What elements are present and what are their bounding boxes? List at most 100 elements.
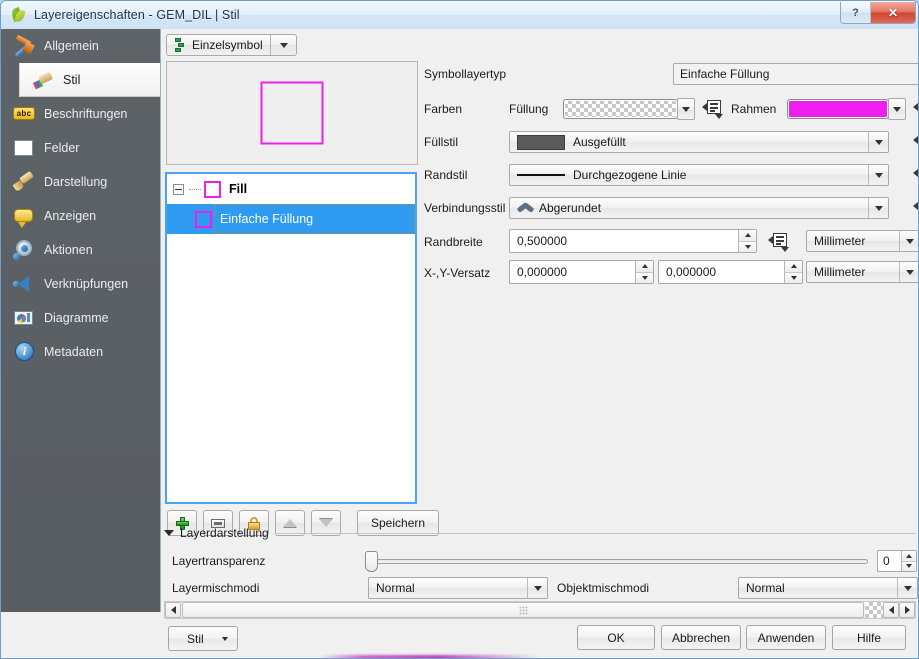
chevron-down-icon[interactable] (868, 132, 888, 152)
layer-transparency-input[interactable]: 0 (877, 550, 917, 572)
row-blend-modes: Layermischmodi Normal Objektmischmodi No… (172, 577, 918, 599)
grip-icon (518, 605, 528, 615)
tree-row[interactable]: Einfache Füllung (167, 204, 415, 234)
sidebar-item-verknuepfungen[interactable]: Verknüpfungen (1, 267, 160, 301)
offset-x-value: 0,000000 (517, 265, 568, 279)
offset-x-stepper[interactable] (635, 261, 653, 283)
pie-chart-icon (13, 307, 35, 329)
stepper-up-icon[interactable] (738, 230, 756, 242)
horizontal-scrollbar[interactable] (164, 601, 916, 619)
single-symbol-icon (173, 38, 187, 52)
symbol-layer-type-value[interactable]: Einfache Füllung (673, 63, 918, 85)
paint-brush-icon (12, 170, 35, 193)
chevron-down-icon[interactable] (897, 578, 917, 598)
chevron-down-icon[interactable] (527, 578, 547, 598)
layer-blend-label: Layermischmodi (172, 581, 260, 595)
symbol-swatch (195, 210, 212, 228)
style-menu-button[interactable]: Stil (168, 626, 238, 651)
sidebar-item-anzeigen[interactable]: Anzeigen (1, 199, 160, 233)
fill-style-label: Füllstil (424, 135, 459, 149)
sidebar-item-metadaten[interactable]: i Metadaten (1, 335, 160, 369)
stepper-up-icon[interactable] (784, 261, 802, 273)
sidebar-item-aktionen[interactable]: Aktionen (1, 233, 160, 267)
row-layer-transparency: Layertransparenz 0 (172, 550, 917, 572)
sidebar-item-label: Felder (44, 140, 80, 155)
ok-button[interactable]: OK (577, 625, 655, 650)
sidebar-item-darstellung[interactable]: Darstellung (1, 165, 160, 199)
data-defined-override-icon-fill[interactable] (702, 100, 724, 119)
stepper-up-icon[interactable] (635, 261, 653, 273)
chevron-down-icon[interactable] (164, 530, 174, 536)
symbol-layer-tree[interactable]: Fill Einfache Füllung (165, 172, 417, 504)
feature-blend-label: Objektmischmodi (557, 581, 650, 595)
chevron-down-icon[interactable] (222, 637, 228, 641)
data-defined-override-icon-border-style[interactable] (913, 166, 918, 185)
sidebar-item-felder[interactable]: Felder (1, 131, 160, 165)
data-defined-override-icon-border[interactable] (913, 100, 918, 119)
chevron-down-icon[interactable] (868, 165, 888, 185)
scroll-left-icon[interactable] (165, 602, 181, 618)
fill-pattern-swatch (517, 134, 565, 150)
stepper-down-icon[interactable] (901, 561, 916, 571)
chevron-down-icon[interactable] (270, 35, 296, 55)
feature-blend-combo[interactable]: Normal (738, 577, 918, 599)
border-width-input[interactable]: 0,500000 (509, 229, 757, 253)
help-text-button[interactable]: Hilfe (832, 625, 906, 650)
renderer-type-combo[interactable]: Einzelsymbol (166, 34, 297, 56)
scroll-right-icon[interactable] (899, 602, 915, 618)
chevron-down-icon[interactable] (899, 262, 918, 282)
scrollbar-thumb[interactable] (182, 602, 864, 618)
border-style-combo[interactable]: Durchgezogene Linie (509, 164, 889, 186)
fill-color-button[interactable] (563, 99, 678, 119)
layer-transparency-stepper[interactable] (901, 551, 916, 571)
layer-transparency-slider[interactable] (368, 559, 868, 564)
prop-row-join-style: Verbindungsstil Abgerundet (424, 197, 918, 219)
offset-y-stepper[interactable] (784, 261, 802, 283)
title-bar: Layereigenschaften - GEM_DIL | Stil ? ✕ (1, 1, 918, 29)
scroll-step-left-icon[interactable] (883, 602, 899, 618)
settings-sidebar: Allgemein Stil abc Beschriftungen Felder (1, 29, 161, 612)
border-width-stepper[interactable] (738, 230, 756, 252)
offset-x-input[interactable]: 0,000000 (509, 260, 654, 284)
chevron-down-icon[interactable] (868, 198, 888, 218)
close-button[interactable]: ✕ (870, 2, 915, 23)
offset-y-input[interactable]: 0,000000 (658, 260, 803, 284)
slider-handle[interactable] (365, 551, 378, 572)
stepper-down-icon[interactable] (635, 272, 653, 283)
border-style-label: Randstil (424, 168, 468, 182)
data-defined-override-icon-join-style[interactable] (913, 199, 918, 218)
scrollbar-gap (865, 602, 883, 618)
border-color-dropdown[interactable] (888, 98, 906, 120)
data-defined-override-icon-fill-style[interactable] (913, 133, 918, 152)
sidebar-item-allgemein[interactable]: Allgemein (1, 29, 160, 63)
prop-row-border-width: Randbreite 0,500000 Millimeter (424, 229, 918, 255)
layer-rendering-header[interactable]: Layerdarstellung (164, 525, 916, 541)
join-style-label: Verbindungsstil (424, 201, 506, 215)
stepper-down-icon[interactable] (738, 241, 756, 252)
layer-transparency-label: Layertransparenz (172, 554, 266, 568)
layer-blend-combo[interactable]: Normal (368, 577, 548, 599)
chevron-down-icon[interactable] (899, 231, 918, 251)
stepper-down-icon[interactable] (784, 272, 802, 283)
data-defined-override-icon-border-width[interactable] (768, 233, 790, 252)
sidebar-item-diagramme[interactable]: Diagramme (1, 301, 160, 335)
stepper-up-icon[interactable] (901, 551, 916, 562)
collapse-icon[interactable] (173, 183, 184, 195)
apply-button[interactable]: Anwenden (746, 625, 826, 650)
tree-row[interactable]: Fill (167, 174, 415, 204)
fill-color-dropdown[interactable] (677, 98, 695, 120)
background-artifact (319, 655, 539, 658)
border-width-unit-combo[interactable]: Millimeter (806, 230, 918, 252)
sidebar-item-beschriftungen[interactable]: abc Beschriftungen (1, 97, 160, 131)
sidebar-item-stil[interactable]: Stil (19, 63, 160, 97)
colors-label: Farben (424, 102, 463, 116)
cancel-button[interactable]: Abbrechen (661, 625, 741, 650)
help-button[interactable]: ? (841, 2, 870, 23)
fill-style-combo[interactable]: Ausgefüllt (509, 131, 889, 153)
offset-y-value: 0,000000 (666, 265, 717, 279)
style-menu-label: Stil (187, 631, 204, 646)
join-style-combo[interactable]: Abgerundet (509, 197, 889, 219)
join-style-value: Abgerundet (539, 201, 602, 215)
border-color-button[interactable] (787, 99, 889, 119)
offset-unit-combo[interactable]: Millimeter (806, 261, 918, 283)
